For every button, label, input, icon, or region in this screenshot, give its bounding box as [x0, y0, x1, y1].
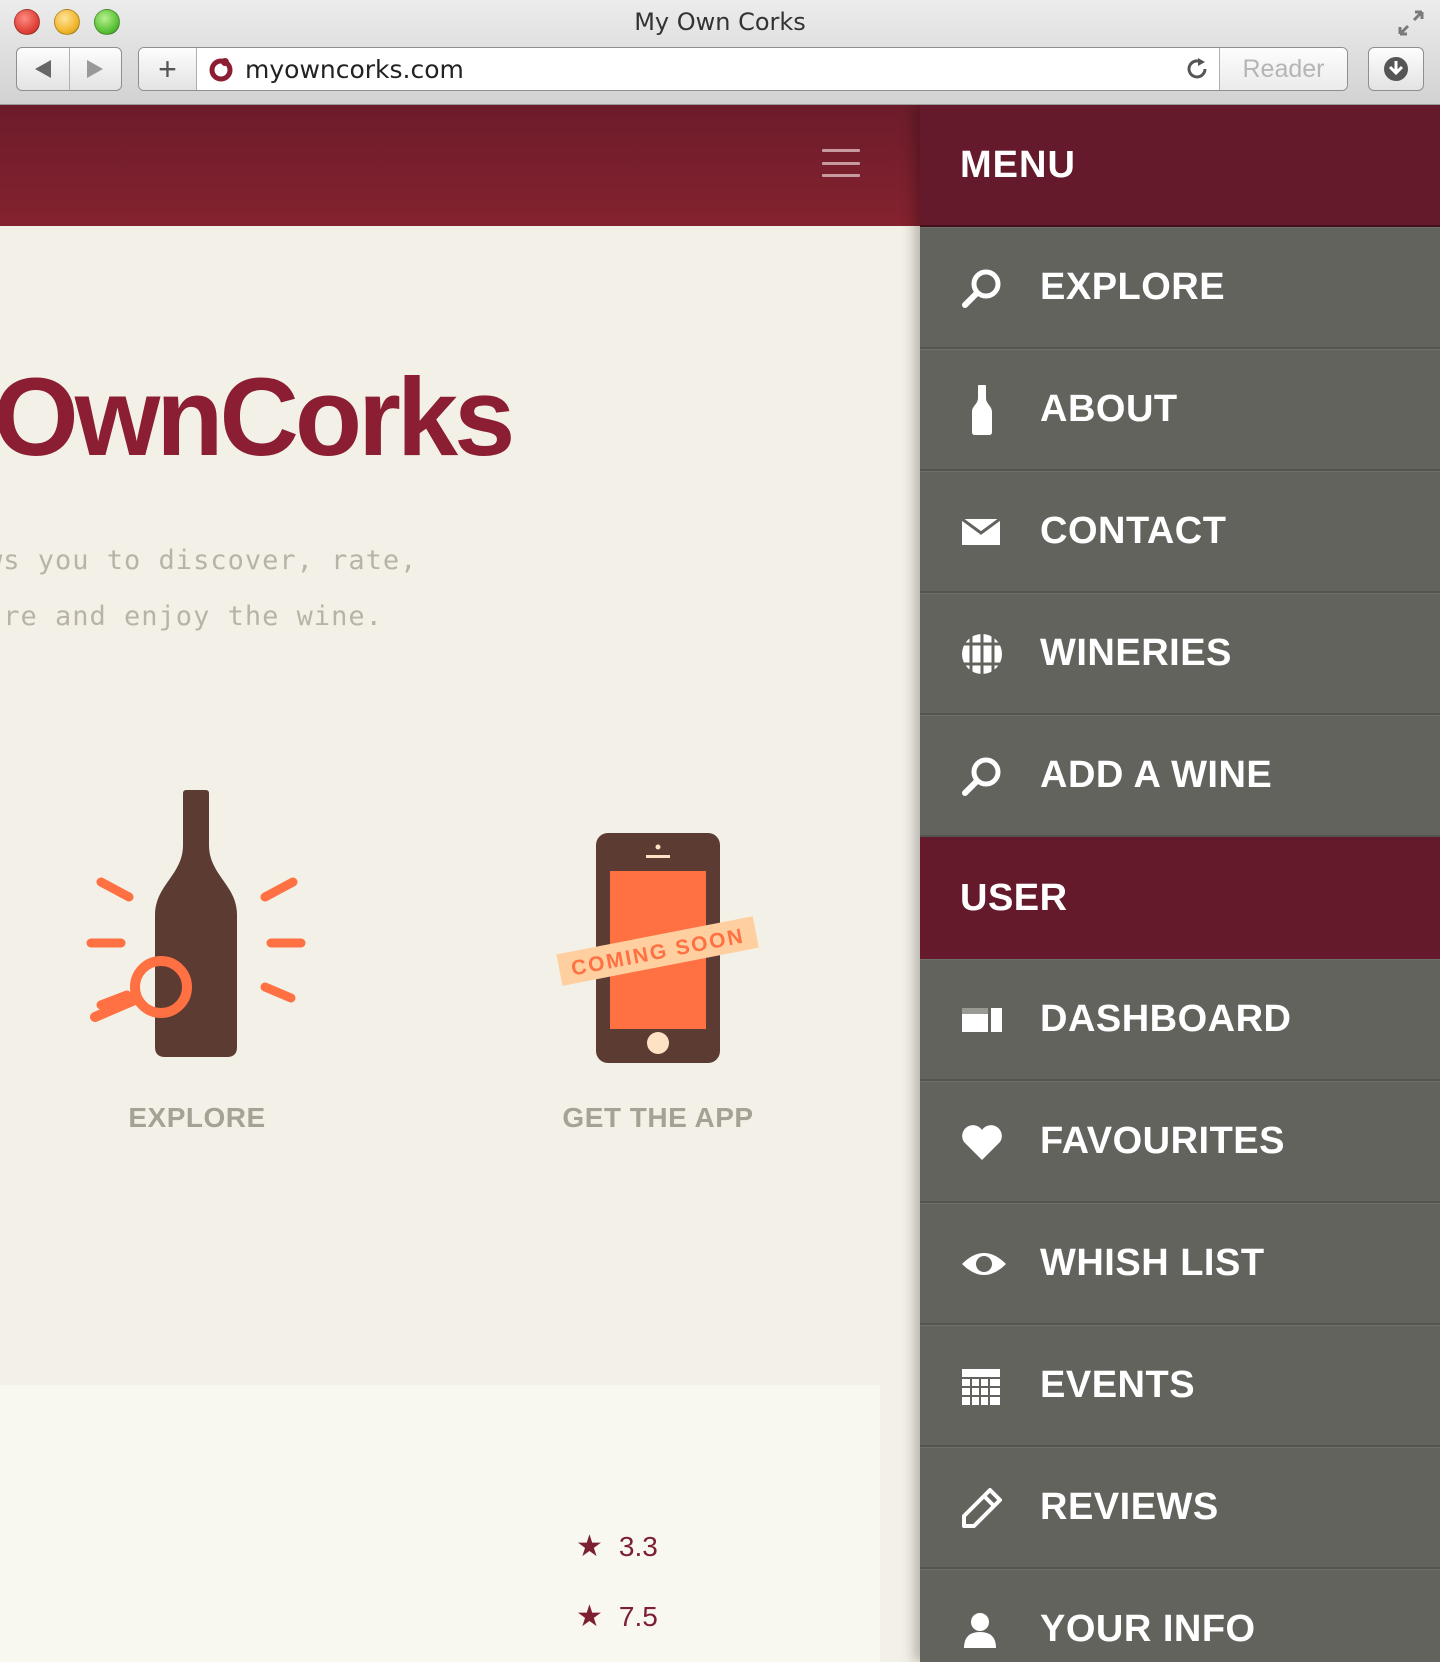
site-favicon-icon: [197, 48, 245, 90]
search-icon: [960, 754, 1040, 798]
explore-feature[interactable]: EXPLORE: [57, 785, 337, 1134]
bottle-icon: [960, 384, 1040, 436]
menu-item-contact[interactable]: CONTACT: [920, 471, 1440, 593]
menu-heading: MENU: [920, 105, 1440, 227]
back-button[interactable]: [17, 48, 69, 90]
menu-item-label: ADD A WINE: [1040, 754, 1273, 796]
plus-icon: +: [158, 50, 177, 87]
forward-arrow-icon: [87, 60, 104, 78]
menu-item-label: WINERIES: [1040, 632, 1232, 674]
barrel-icon: [960, 632, 1040, 676]
menu-item-dashboard[interactable]: DASHBOARD: [920, 959, 1440, 1081]
star-icon: ★: [576, 1530, 603, 1563]
heart-icon: [960, 1122, 1040, 1162]
menu-item-label: DASHBOARD: [1040, 998, 1292, 1040]
site-header: [0, 105, 920, 226]
add-bookmark-button[interactable]: +: [139, 48, 197, 90]
back-arrow-icon: [34, 60, 51, 78]
menu-item-explore[interactable]: EXPLORE: [920, 227, 1440, 349]
menu-item-label: ABOUT: [1040, 388, 1178, 430]
wine-bottle-search-icon: [86, 790, 306, 1057]
tagline-line-2: are and enjoy the wine.: [0, 601, 383, 632]
menu-item-favourites[interactable]: FAVOURITES: [920, 1081, 1440, 1203]
fullscreen-icon[interactable]: [1396, 8, 1426, 38]
main-content: yOwnCorks ws you to discover, rate, are …: [0, 105, 920, 1662]
explore-feature-label: EXPLORE: [128, 1102, 266, 1133]
menu-item-about[interactable]: ABOUT: [920, 349, 1440, 471]
menu-item-events[interactable]: EVENTS: [920, 1325, 1440, 1447]
menu-item-add-a-wine[interactable]: ADD A WINE: [920, 715, 1440, 837]
rating-row: ★ 3.3: [576, 1529, 658, 1564]
hamburger-menu-icon[interactable]: [822, 149, 860, 177]
address-bar: + myowncorks.com Reader: [138, 47, 1348, 91]
dashboard-icon: [960, 1004, 1040, 1036]
side-menu: MENU EXPLORE ABOUT CONTACT WINERIES ADD …: [920, 105, 1440, 1662]
envelope-icon: [960, 515, 1040, 549]
browser-chrome: My Own Corks + myowncorks.com Reader: [0, 0, 1440, 105]
rating-value: 3.3: [618, 1530, 658, 1562]
pencil-icon: [960, 1486, 1040, 1530]
menu-item-whish-list[interactable]: WHISH LIST: [920, 1203, 1440, 1325]
rating-value: 7.5: [618, 1600, 658, 1632]
phone-icon: COMING SOON: [556, 833, 759, 1063]
menu-item-reviews[interactable]: REVIEWS: [920, 1447, 1440, 1569]
calendar-icon: [960, 1365, 1040, 1407]
download-icon: [1384, 57, 1408, 81]
downloads-button[interactable]: [1368, 47, 1424, 91]
menu-item-label: FAVOURITES: [1040, 1120, 1285, 1162]
reader-button[interactable]: Reader: [1219, 48, 1347, 90]
menu-item-label: REVIEWS: [1040, 1486, 1219, 1528]
menu-item-label: CONTACT: [1040, 510, 1227, 552]
rating-row: ★ 7.5: [576, 1599, 658, 1634]
user-icon: [960, 1610, 1040, 1650]
get-app-feature[interactable]: COMING SOON GET THE APP: [518, 785, 798, 1134]
menu-item-wineries[interactable]: WINERIES: [920, 593, 1440, 715]
menu-item-label: YOUR INFO: [1040, 1608, 1256, 1650]
url-field[interactable]: myowncorks.com: [245, 48, 1175, 90]
search-icon: [960, 266, 1040, 310]
menu-item-your-info[interactable]: YOUR INFO: [920, 1569, 1440, 1662]
history-nav: [16, 47, 122, 91]
eye-icon: [960, 1248, 1040, 1280]
reload-icon[interactable]: [1175, 48, 1219, 90]
menu-item-label: EXPLORE: [1040, 266, 1226, 308]
star-icon: ★: [576, 1600, 603, 1633]
site-logo: yOwnCorks: [0, 356, 515, 479]
get-app-feature-label: GET THE APP: [562, 1102, 754, 1133]
forward-button[interactable]: [68, 48, 122, 90]
menu-item-label: WHISH LIST: [1040, 1242, 1265, 1284]
user-section-heading: USER: [920, 837, 1440, 959]
menu-item-label: EVENTS: [1040, 1364, 1196, 1406]
page-viewport: yOwnCorks ws you to discover, rate, are …: [0, 105, 1440, 1662]
tagline-line-1: ws you to discover, rate,: [0, 545, 418, 576]
wine-cards-area: [0, 1385, 880, 1662]
window-title: My Own Corks: [634, 8, 806, 36]
